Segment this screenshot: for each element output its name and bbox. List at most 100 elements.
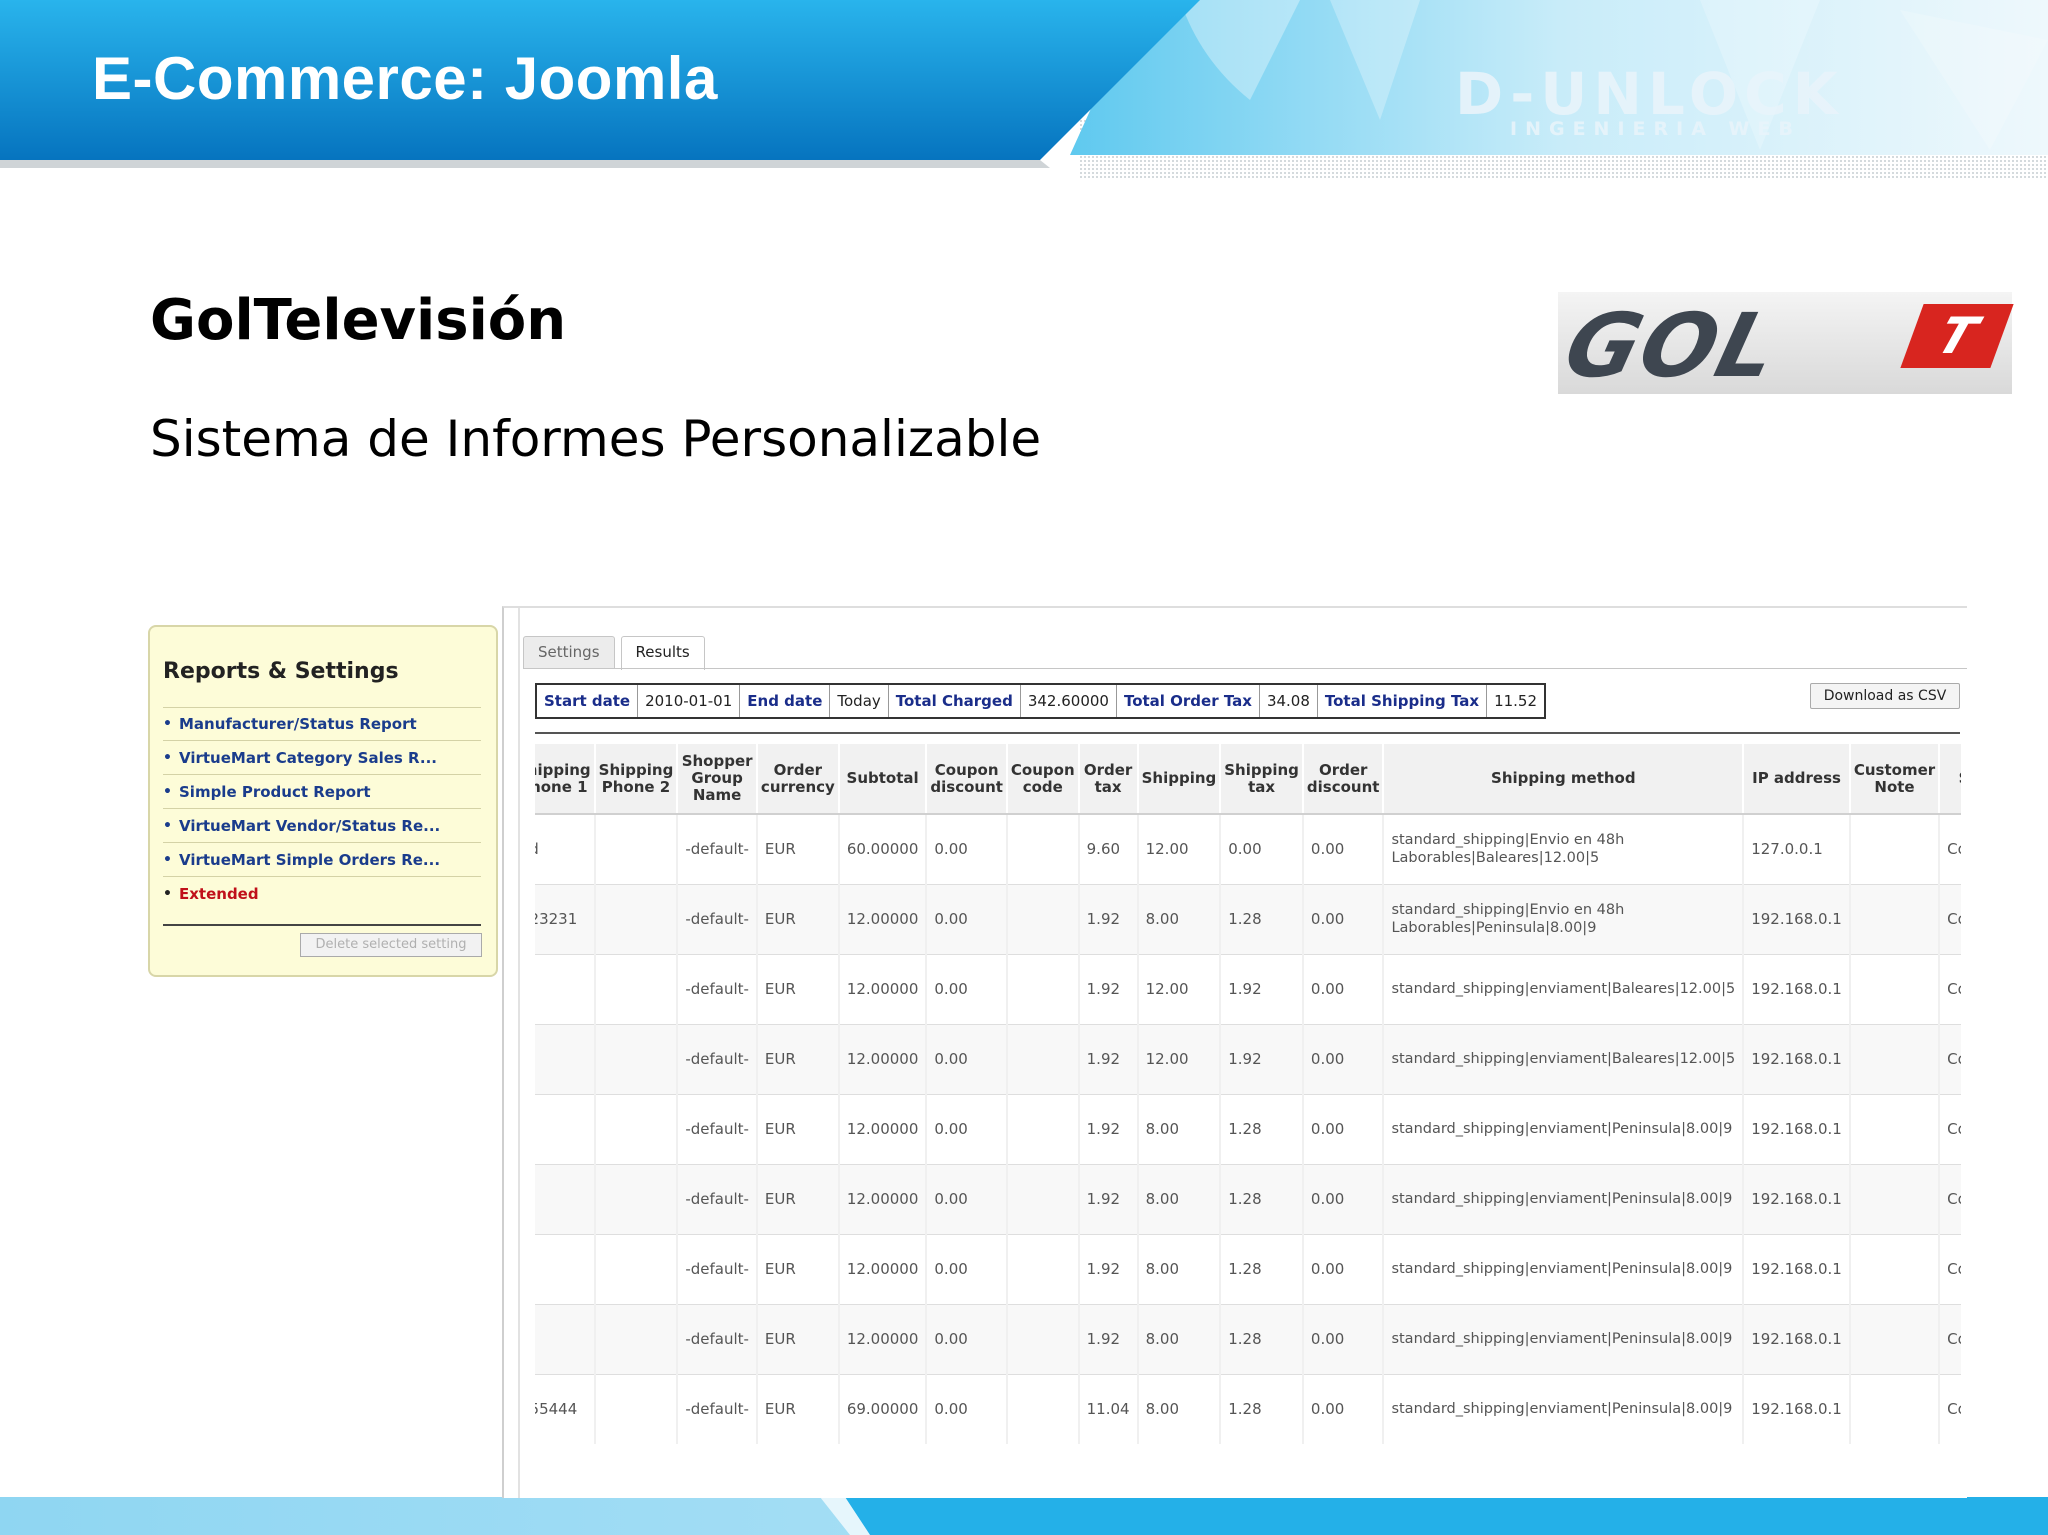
column-header[interactable]: Customer Note <box>1849 744 1941 815</box>
panel-divider <box>163 924 481 926</box>
client-name-heading: GolTelevisión <box>150 288 567 353</box>
table-row[interactable]: -default- EUR 12.00000 0.00 1.92 12.00 1.92 0.0… <box>535 954 1961 1025</box>
report-item-simple-product[interactable]: • Simple Product Report <box>163 775 481 809</box>
gol-television-logo: GOL T <box>1555 292 2014 397</box>
table-cell <box>1849 1304 1941 1375</box>
table-row[interactable]: 3-default-EUR12.000000.001.928.001.280.0… <box>535 1304 1961 1375</box>
table-cell: 0.00 <box>926 1374 1008 1444</box>
table-row[interactable]: 2-default-EUR12.000000.001.928.001.280.0… <box>535 1164 1961 1235</box>
table-cell: standard_shipping|Envio en 48h Laborable… <box>1383 814 1745 885</box>
slide-section-title: E-Commerce: Joomla <box>92 45 718 112</box>
table-cell <box>1006 1094 1080 1165</box>
table-cell: 1.92 <box>1078 1164 1139 1235</box>
orders-table: Shipping Phone 1 Shipping Phone 2 Shoppe… <box>535 744 1961 1444</box>
column-header[interactable]: Shipping method <box>1383 744 1745 815</box>
table-cell: 0.00 <box>1302 1024 1385 1095</box>
table-cell: 2 <box>535 1094 596 1165</box>
column-header[interactable]: Subtotal <box>838 744 928 815</box>
table-row[interactable]: 323231-default-EUR12.000000.001.928.001.… <box>535 884 1961 955</box>
results-tabs: Settings Results <box>523 636 711 670</box>
table-cell <box>594 1374 679 1444</box>
table-cell: 1.92 <box>1220 1024 1304 1095</box>
column-header[interactable]: Shopper Group Name <box>677 744 758 815</box>
table-cell: 0.00 <box>926 1024 1008 1095</box>
table-cell: 192.168.0.1 <box>1743 884 1851 955</box>
report-item-simple-orders[interactable]: • VirtueMart Simple Orders Re... <box>163 843 481 877</box>
table-cell: 3 <box>535 1234 596 1305</box>
table-cell <box>1006 1024 1080 1095</box>
table-cell: 0.00 <box>1220 814 1304 885</box>
total-charged-value: 342.60000 <box>1021 685 1117 717</box>
table-row[interactable]: 3-default-EUR12.000000.001.928.001.280.0… <box>535 1234 1961 1305</box>
column-header[interactable]: IP address <box>1743 744 1851 815</box>
bullet-icon: • <box>163 817 172 834</box>
table-cell <box>1849 1374 1941 1444</box>
table-cell: 0.00 <box>926 954 1008 1025</box>
gol-logo-badge: T <box>1900 304 2014 368</box>
tabs-divider <box>523 668 1967 669</box>
table-cell: 1.92 <box>1078 954 1139 1025</box>
total-order-tax-value: 34.08 <box>1260 685 1318 717</box>
bullet-icon: • <box>163 716 172 732</box>
table-cell <box>1006 1304 1080 1375</box>
column-header[interactable]: Status <box>1939 744 1961 815</box>
table-cell <box>1849 884 1941 955</box>
report-item-vendor-status[interactable]: • VirtueMart Vendor/Status Re... <box>163 809 481 843</box>
table-cell <box>1006 1234 1080 1305</box>
table-cell <box>594 1304 679 1375</box>
table-cell: 0.00 <box>926 1164 1008 1235</box>
table-cell: standard_shipping|enviament|Peninsula|8.… <box>1383 1234 1745 1305</box>
delete-setting-button[interactable]: Delete selected setting <box>300 933 482 957</box>
download-csv-button[interactable]: Download as CSV <box>1810 683 1960 709</box>
table-header-row: Shipping Phone 1 Shipping Phone 2 Shoppe… <box>535 744 1961 815</box>
report-item-label: Extended <box>179 885 259 903</box>
table-cell: standard_shipping|enviament|Baleares|12.… <box>1383 954 1745 1025</box>
total-order-tax-label: Total Order Tax <box>1117 685 1260 717</box>
column-header[interactable]: Shipping Phone 2 <box>594 744 679 815</box>
table-cell: -default- <box>677 1164 758 1235</box>
table-cell: 8.00 <box>1137 1164 1222 1235</box>
table-cell <box>1849 1234 1941 1305</box>
tab-settings[interactable]: Settings <box>523 636 615 668</box>
column-header[interactable]: Coupon discount <box>926 744 1008 815</box>
table-cell: 12.00000 <box>838 884 928 955</box>
column-header[interactable]: Order currency <box>756 744 840 815</box>
table-cell: 2 <box>535 1164 596 1235</box>
column-header[interactable]: Coupon code <box>1006 744 1080 815</box>
report-item-extended[interactable]: • Extended <box>163 877 481 911</box>
table-row[interactable]: 555444-default-EUR69.000000.0011.048.001… <box>535 1374 1961 1444</box>
table-cell: Confirmed <box>1939 1024 1961 1095</box>
table-cell: EUR <box>756 1234 840 1305</box>
column-header[interactable]: Shipping Phone 1 <box>535 744 596 815</box>
table-cell: standard_shipping|Envio en 48h Laborable… <box>1383 884 1745 955</box>
table-row[interactable]: ad-default-EUR60.000000.009.6012.000.000… <box>535 814 1961 885</box>
total-shipping-tax-label: Total Shipping Tax <box>1318 685 1488 717</box>
column-header[interactable]: Shipping <box>1137 744 1222 815</box>
bullet-icon: • <box>163 749 172 766</box>
table-cell: 0.00 <box>926 1094 1008 1165</box>
column-header[interactable]: Order discount <box>1302 744 1385 815</box>
table-cell: 0.00 <box>1302 1234 1385 1305</box>
table-cell: 12.00000 <box>838 1304 928 1375</box>
gol-logo-text: GOL <box>1555 294 1790 397</box>
report-item-manufacturer-status[interactable]: • Manufacturer/Status Report <box>163 707 481 741</box>
table-cell: 192.168.0.1 <box>1743 954 1851 1025</box>
table-row[interactable]: 2-default-EUR12.000000.001.928.001.280.0… <box>535 1094 1961 1165</box>
table-cell: 1.28 <box>1220 1094 1304 1165</box>
column-header[interactable]: Order tax <box>1078 744 1139 815</box>
table-cell: Confirmed <box>1939 1304 1961 1375</box>
table-cell: 11.04 <box>1078 1374 1139 1444</box>
table-cell: -default- <box>677 1024 758 1095</box>
table-cell: 1.92 <box>1078 1094 1139 1165</box>
tab-results[interactable]: Results <box>620 636 705 670</box>
report-item-category-sales[interactable]: • VirtueMart Category Sales R... <box>163 741 481 775</box>
table-cell <box>594 954 679 1025</box>
start-date-value: 2010-01-01 <box>638 685 741 717</box>
table-cell: EUR <box>756 884 840 955</box>
orders-table-viewport[interactable]: Shipping Phone 1 Shipping Phone 2 Shoppe… <box>535 744 1961 1444</box>
slide-subtitle: Sistema de Informes Personalizable <box>150 410 1042 468</box>
table-cell: standard_shipping|enviament|Peninsula|8.… <box>1383 1094 1745 1165</box>
table-row[interactable]: -default- EUR 12.00000 0.00 1.92 12.00 1.92 0.0… <box>535 1024 1961 1095</box>
table-cell: 1.28 <box>1220 1374 1304 1444</box>
column-header[interactable]: Shipping tax <box>1220 744 1304 815</box>
